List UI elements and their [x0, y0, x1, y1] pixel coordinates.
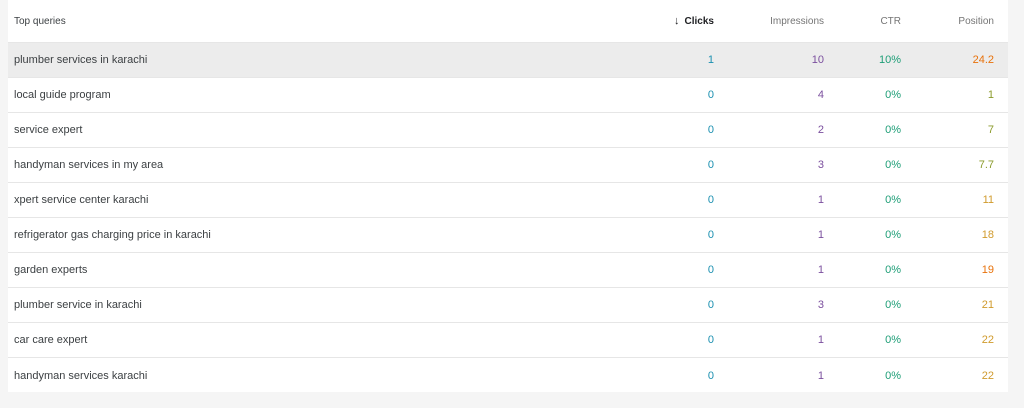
position-cell: 7.7 — [978, 159, 994, 171]
column-header-query[interactable]: Top queries — [14, 0, 66, 42]
ctr-cell: 0% — [885, 89, 901, 101]
position-cell: 7 — [987, 124, 994, 136]
column-header-ctr[interactable]: CTR — [838, 0, 901, 42]
query-cell: car care expert — [14, 334, 88, 346]
impressions-cell: 2 — [817, 124, 824, 136]
top-queries-table: Top queries ↓ Clicks Impressions CTR Pos… — [8, 0, 1008, 392]
impressions-cell: 1 — [817, 229, 824, 241]
clicks-cell: 0 — [707, 334, 714, 346]
clicks-cell: 0 — [707, 229, 714, 241]
column-header-impressions[interactable]: Impressions — [728, 0, 824, 42]
position-cell: 1 — [987, 89, 994, 101]
clicks-cell: 0 — [707, 299, 714, 311]
table-row[interactable]: handyman services in my area 0 3 0% 7.7 — [8, 148, 1008, 183]
ctr-cell: 0% — [885, 229, 901, 241]
query-cell: plumber services in karachi — [14, 54, 148, 66]
table-header: Top queries ↓ Clicks Impressions CTR Pos… — [8, 0, 1008, 43]
column-header-clicks[interactable]: ↓ Clicks — [608, 0, 714, 42]
query-cell: service expert — [14, 124, 83, 136]
table-row[interactable]: plumber services in karachi 1 10 10% 24.… — [8, 43, 1008, 78]
clicks-cell: 0 — [707, 124, 714, 136]
clicks-cell: 1 — [707, 54, 714, 66]
impressions-cell: 1 — [817, 194, 824, 206]
impressions-cell: 3 — [817, 299, 824, 311]
ctr-cell: 0% — [885, 334, 901, 346]
table-row[interactable]: xpert service center karachi 0 1 0% 11 — [8, 183, 1008, 218]
table-row[interactable]: service expert 0 2 0% 7 — [8, 113, 1008, 148]
query-cell: local guide program — [14, 89, 111, 101]
table-row[interactable]: refrigerator gas charging price in karac… — [8, 218, 1008, 253]
impressions-cell: 3 — [817, 159, 824, 171]
impressions-cell: 1 — [817, 334, 824, 346]
clicks-cell: 0 — [707, 369, 714, 382]
clicks-cell: 0 — [707, 89, 714, 101]
clicks-cell: 0 — [707, 194, 714, 206]
ctr-cell: 0% — [885, 159, 901, 171]
impressions-cell: 10 — [811, 54, 824, 66]
query-cell: handyman services in my area — [14, 159, 164, 171]
position-cell: 11 — [982, 194, 994, 206]
impressions-cell: 4 — [817, 89, 824, 101]
query-cell: refrigerator gas charging price in karac… — [14, 229, 211, 241]
table-row[interactable]: plumber service in karachi 0 3 0% 21 — [8, 288, 1008, 323]
query-cell: handyman services karachi — [14, 369, 148, 382]
clicks-cell: 0 — [707, 159, 714, 171]
table-row[interactable]: local guide program 0 4 0% 1 — [8, 78, 1008, 113]
query-cell: xpert service center karachi — [14, 194, 149, 206]
position-cell: 22 — [981, 334, 994, 346]
table-row[interactable]: garden experts 0 1 0% 19 — [8, 253, 1008, 288]
impressions-cell: 1 — [817, 264, 824, 276]
table-row[interactable]: handyman services karachi 0 1 0% 22 — [8, 358, 1008, 393]
ctr-cell: 0% — [885, 369, 901, 382]
ctr-cell: 0% — [885, 124, 901, 136]
clicks-cell: 0 — [707, 264, 714, 276]
ctr-cell: 0% — [885, 264, 901, 276]
position-cell: 24.2 — [972, 54, 994, 66]
impressions-cell: 1 — [817, 369, 824, 382]
position-cell: 18 — [981, 229, 994, 241]
column-header-position[interactable]: Position — [908, 0, 994, 42]
ctr-cell: 0% — [885, 299, 901, 311]
query-cell: plumber service in karachi — [14, 299, 142, 311]
ctr-cell: 10% — [878, 54, 901, 66]
position-cell: 19 — [981, 264, 994, 276]
position-cell: 21 — [981, 299, 994, 311]
sort-down-arrow-icon: ↓ — [674, 15, 680, 27]
query-cell: garden experts — [14, 264, 88, 276]
position-cell: 22 — [981, 369, 994, 382]
column-header-clicks-label: Clicks — [684, 15, 714, 27]
ctr-cell: 0% — [885, 194, 901, 206]
table-row[interactable]: car care expert 0 1 0% 22 — [8, 323, 1008, 358]
